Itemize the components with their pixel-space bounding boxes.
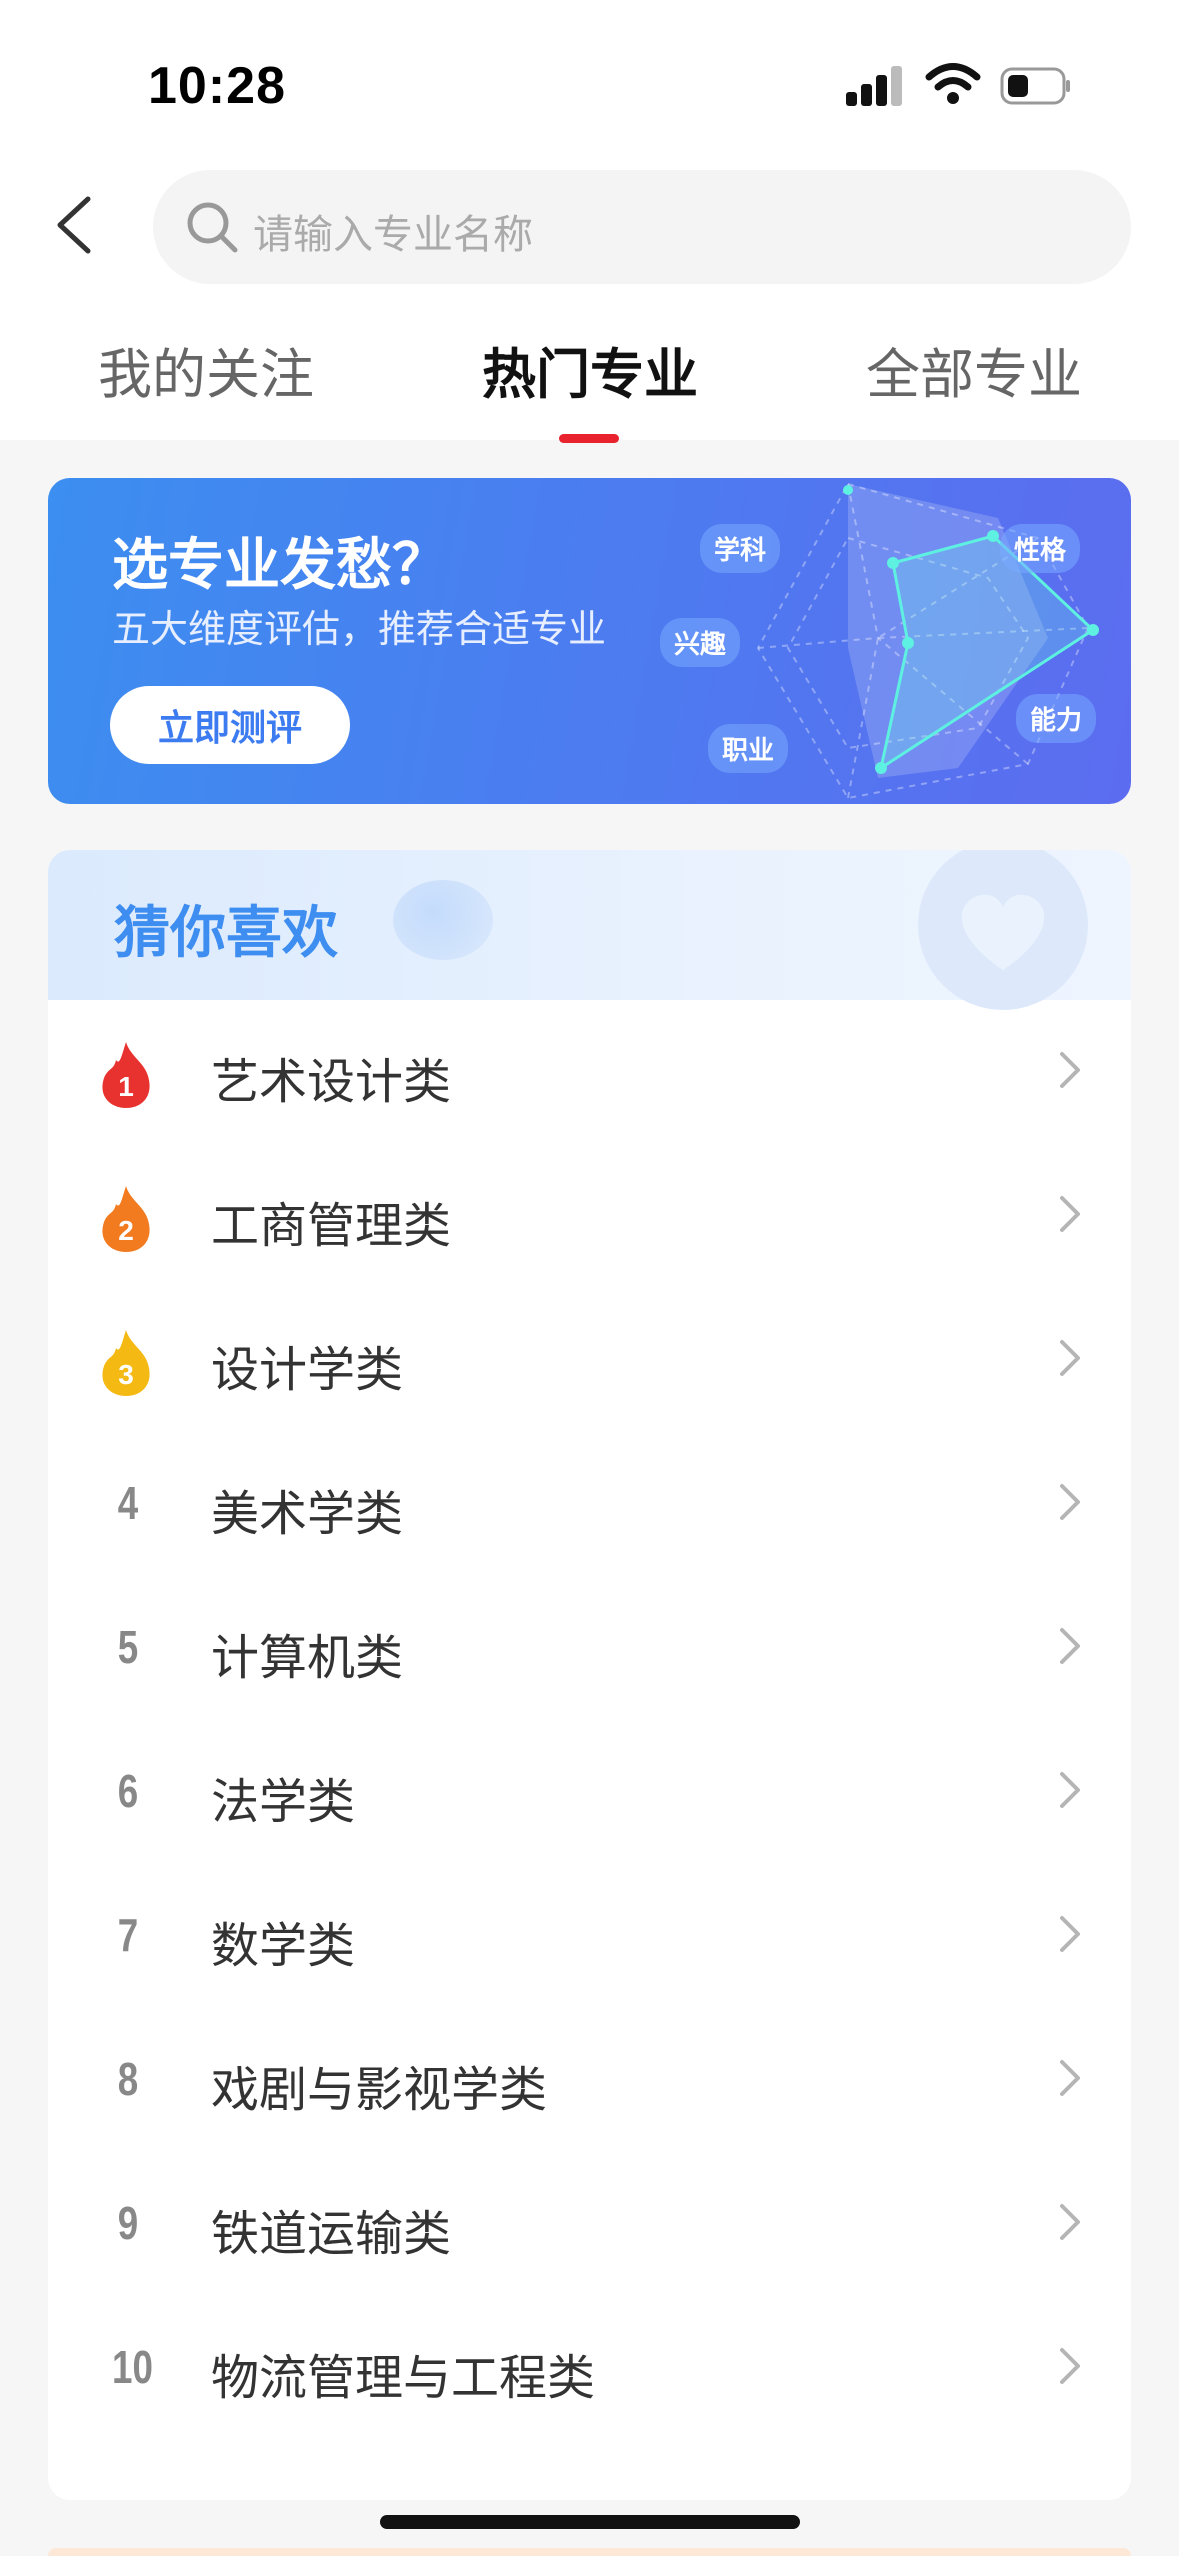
- battery-icon: [1000, 67, 1070, 105]
- major-name: 艺术设计类: [211, 1054, 452, 1110]
- rank-number: 7: [117, 1909, 139, 1961]
- search-input[interactable]: 请输入专业名称: [153, 170, 1131, 284]
- list-item[interactable]: 10 物流管理与工程类: [48, 2296, 1131, 2440]
- rank-number: 2: [118, 1215, 134, 1246]
- rank-number: 1: [118, 1071, 134, 1102]
- chevron-right-icon: [1060, 1628, 1080, 1664]
- active-tab-indicator: [559, 434, 619, 443]
- chevron-right-icon: [1060, 1772, 1080, 1808]
- tab-hot-majors[interactable]: 热门专业: [482, 330, 698, 409]
- major-name: 设计学类: [211, 1342, 404, 1398]
- radar-label-interest: 兴趣: [660, 618, 741, 667]
- radar-label-subject: 学科: [700, 524, 781, 573]
- list-item[interactable]: 1 艺术设计类: [48, 1000, 1131, 1144]
- major-name: 工商管理类: [211, 1198, 452, 1254]
- flame-rank-badge-icon: 2: [102, 1186, 150, 1252]
- list-item[interactable]: 3 设计学类: [48, 1288, 1131, 1432]
- status-time: 10:28: [148, 57, 286, 115]
- rank-number: 9: [117, 2197, 139, 2249]
- home-indicator: [380, 2515, 800, 2529]
- list-item[interactable]: 2 工商管理类: [48, 1144, 1131, 1288]
- cellular-signal-icon: [846, 64, 904, 106]
- major-name: 法学类: [211, 1774, 356, 1830]
- decorative-bubble: [393, 880, 493, 960]
- flame-rank-badge-icon: 1: [102, 1042, 150, 1108]
- list-item[interactable]: 5 计算机类: [48, 1576, 1131, 1720]
- search-icon: [187, 202, 238, 253]
- banner-title: 选专业发愁？: [112, 533, 448, 598]
- start-assessment-button[interactable]: 立即测评: [110, 686, 350, 764]
- recommendation-card: 猜你喜欢 1 艺术设计类 2 工商管理类 3 设计学类 4 美术学类 5 计算机类 6 法学类 7 数学类…: [48, 850, 1131, 2500]
- chevron-right-icon: [1060, 1196, 1080, 1232]
- search-placeholder: 请输入专业名称: [253, 212, 533, 258]
- flame-rank-badge-icon: 3: [102, 1330, 150, 1396]
- rank-number: 4: [117, 1477, 139, 1529]
- tab-all-majors[interactable]: 全部专业: [866, 330, 1082, 409]
- chevron-right-icon: [1060, 1484, 1080, 1520]
- wifi-icon: [925, 63, 981, 104]
- list-item[interactable]: 7 数学类: [48, 1864, 1131, 2008]
- major-name: 铁道运输类: [211, 2206, 452, 2262]
- rank-number: 8: [117, 2053, 139, 2105]
- radar-label-personality: 性格: [1000, 524, 1081, 573]
- chevron-right-icon: [1060, 1052, 1080, 1088]
- assessment-banner[interactable]: 选专业发愁？ 五大维度评估，推荐合适专业 立即测评 学科 性格 兴趣 能力 职业: [48, 478, 1131, 804]
- major-name: 戏剧与影视学类: [211, 2062, 548, 2118]
- major-name: 物流管理与工程类: [211, 2350, 596, 2406]
- chevron-right-icon: [1060, 1916, 1080, 1952]
- next-card-peek: [48, 2548, 1131, 2556]
- heart-icon: [918, 850, 1088, 1010]
- list-item[interactable]: 9 铁道运输类: [48, 2152, 1131, 2296]
- major-name: 美术学类: [211, 1486, 404, 1542]
- chevron-right-icon: [1060, 2204, 1080, 2240]
- tab-my-follows[interactable]: 我的关注: [98, 330, 314, 409]
- chevron-right-icon: [1060, 2348, 1080, 2384]
- card-title: 猜你喜欢: [114, 901, 338, 966]
- list-item[interactable]: 6 法学类: [48, 1720, 1131, 1864]
- radar-label-ability: 能力: [1016, 694, 1097, 743]
- status-bar: 10:28: [0, 0, 1179, 160]
- rank-number: 5: [117, 1621, 139, 1673]
- banner-subtitle: 五大维度评估，推荐合适专业: [112, 607, 607, 651]
- card-header: 猜你喜欢: [48, 850, 1131, 1010]
- list-item[interactable]: 4 美术学类: [48, 1432, 1131, 1576]
- major-name: 计算机类: [211, 1630, 404, 1686]
- rank-number: 6: [117, 1765, 139, 1817]
- back-arrow-icon[interactable]: [50, 195, 102, 255]
- chevron-right-icon: [1060, 1340, 1080, 1376]
- rank-number: 10: [112, 2341, 153, 2393]
- list-item[interactable]: 8 戏剧与影视学类: [48, 2008, 1131, 2152]
- chevron-right-icon: [1060, 2060, 1080, 2096]
- radar-label-career: 职业: [708, 724, 789, 773]
- rank-number: 3: [118, 1359, 134, 1390]
- major-name: 数学类: [211, 1918, 356, 1974]
